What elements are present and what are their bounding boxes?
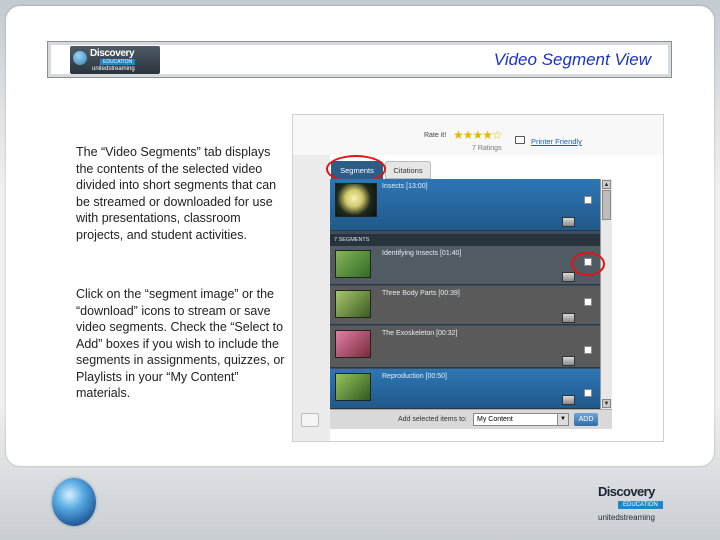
segments-panel: Insects [13:00] 7 SEGMENTS Identifying I… (330, 179, 612, 409)
download-icon[interactable] (562, 217, 575, 227)
logo-education: EDUCATION (100, 59, 136, 65)
segment-row[interactable]: Identifying Insects [01:40] (330, 246, 600, 285)
description-paragraph-1: The “Video Segments” tab displays the co… (76, 145, 277, 242)
segment-row[interactable]: Three Body Parts [00:39] (330, 286, 600, 325)
segment-count: 7 SEGMENTS (330, 234, 600, 246)
cc-icon[interactable] (301, 413, 319, 427)
highlight-ellipse-checkbox (571, 252, 605, 276)
segment-image[interactable] (335, 183, 377, 217)
download-icon[interactable] (562, 272, 575, 282)
footer-logo-education: EDUCATION (618, 501, 663, 509)
add-select-value: My Content (477, 416, 513, 423)
footer-discovery-logo: Discovery EDUCATION unitedstreaming (596, 484, 668, 528)
globe-logo-icon (52, 478, 96, 526)
logo-wordmark: Discovery (90, 48, 135, 59)
discovery-logo: Discovery EDUCATION unitedstreaming (70, 46, 160, 74)
globe-icon (73, 51, 87, 65)
left-strip (293, 155, 330, 441)
printer-friendly-link[interactable]: Printer Friendly (531, 137, 582, 146)
segment-image[interactable] (335, 290, 371, 318)
select-checkbox[interactable] (584, 346, 592, 354)
download-icon[interactable] (562, 395, 575, 405)
download-icon[interactable] (562, 313, 575, 323)
select-checkbox[interactable] (584, 298, 592, 306)
scrollbar[interactable]: ▲ ▼ (600, 179, 612, 409)
rate-label: Rate it! (424, 132, 447, 139)
scroll-thumb[interactable] (602, 190, 611, 220)
segment-row[interactable]: Insects [13:00] (330, 179, 600, 231)
segment-title[interactable]: Insects [13:00] (382, 183, 428, 190)
tab-citations[interactable]: Citations (385, 161, 431, 179)
segment-title[interactable]: Reproduction [00:50] (382, 373, 447, 380)
chevron-down-icon[interactable]: ▼ (557, 414, 568, 425)
segment-title[interactable]: Identifying Insects [01:40] (382, 250, 461, 257)
select-checkbox[interactable] (584, 389, 592, 397)
add-label: Add selected items to: (398, 416, 467, 423)
segment-title[interactable]: Three Body Parts [00:39] (382, 290, 460, 297)
add-destination-select[interactable]: My Content ▼ (473, 413, 569, 426)
scroll-down-icon[interactable]: ▼ (602, 399, 611, 408)
add-button[interactable]: ADD (574, 413, 598, 426)
segment-image[interactable] (335, 373, 371, 401)
segment-row[interactable]: The Exoskeleton [00:32] (330, 326, 600, 368)
segment-title[interactable]: The Exoskeleton [00:32] (382, 330, 458, 337)
header-bar: Discovery EDUCATION unitedstreaming Vide… (47, 41, 672, 78)
scroll-up-icon[interactable]: ▲ (602, 180, 611, 189)
ratings-count: 7 Ratings (472, 145, 502, 152)
download-icon[interactable] (562, 356, 575, 366)
star-rating[interactable]: ★★★★☆ (453, 128, 503, 142)
add-bar: Add selected items to: My Content ▼ ADD (330, 409, 612, 429)
segment-image[interactable] (335, 330, 371, 358)
segment-image[interactable] (335, 250, 371, 278)
screenshot-topbar: Rate it! ★★★★☆ 7 Ratings Printer Friendl… (293, 115, 663, 155)
footer-logo-wordmark: Discovery (598, 484, 655, 499)
logo-subtitle: unitedstreaming (92, 66, 135, 72)
page-title: Video Segment View (493, 50, 651, 69)
printer-icon[interactable] (515, 136, 525, 144)
embedded-screenshot: Rate it! ★★★★☆ 7 Ratings Printer Friendl… (292, 114, 664, 442)
segment-row[interactable]: Reproduction [00:50] (330, 369, 600, 409)
description-paragraph-2: Click on the “segment image” or the “dow… (76, 287, 285, 400)
footer-logo-subtitle: unitedstreaming (598, 513, 655, 522)
select-checkbox[interactable] (584, 196, 592, 204)
